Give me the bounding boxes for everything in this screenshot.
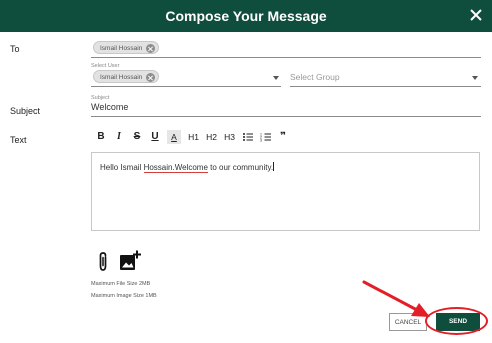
recipient-chip[interactable]: Ismail Hossain (93, 41, 160, 54)
remove-user-icon[interactable] (146, 73, 156, 82)
max-file-size-note: Maximum File Size 2MB (91, 281, 151, 287)
dialog-title: Compose Your Message (165, 8, 327, 24)
paperclip-icon[interactable] (96, 251, 110, 273)
select-user-underline (91, 86, 281, 87)
send-button[interactable]: SEND (436, 313, 480, 331)
select-group-underline (290, 86, 481, 87)
text-label: Text (10, 135, 27, 145)
remove-recipient-icon[interactable] (146, 44, 156, 53)
heading1-button[interactable]: H1 (187, 130, 200, 144)
close-icon[interactable] (469, 8, 483, 22)
cancel-button[interactable]: CANCEL (389, 313, 427, 331)
numbered-list-icon[interactable]: 1 2 3 (260, 130, 272, 144)
editor-text-start: Hello Ismail (100, 163, 144, 172)
subject-field-label: Subject (91, 95, 110, 101)
subject-underline (91, 116, 481, 117)
select-user-label: Select User (91, 63, 120, 69)
to-label: To (10, 44, 20, 54)
editor-misspelled-word: Hossain.Welcome (143, 163, 208, 173)
editor-content: Hello Ismail Hossain.Welcome to our comm… (100, 162, 275, 173)
bullet-list-icon[interactable] (242, 130, 254, 144)
underline-button[interactable]: U (150, 130, 160, 144)
selected-user-chip[interactable]: Ismail Hossain (93, 70, 160, 83)
message-editor[interactable]: Hello Ismail Hossain.Welcome to our comm… (91, 152, 480, 231)
blockquote-button[interactable]: ❞ (278, 130, 288, 144)
text-caret (273, 162, 275, 171)
select-user-dropdown-icon[interactable] (273, 76, 279, 80)
add-image-icon[interactable] (119, 250, 141, 272)
recipient-chip-label: Ismail Hossain (100, 45, 143, 52)
max-image-size-note: Maximum Image Size 1MB (91, 293, 157, 299)
strikethrough-button[interactable]: S (132, 130, 142, 144)
italic-button[interactable]: I (114, 130, 124, 144)
subject-input[interactable]: Welcome (91, 102, 128, 112)
heading3-button[interactable]: H3 (223, 130, 236, 144)
svg-text:3: 3 (260, 139, 262, 143)
editor-text-end: to our community. (207, 163, 274, 172)
select-group-dropdown[interactable]: Select Group (290, 72, 340, 82)
select-group-dropdown-icon[interactable] (472, 76, 478, 80)
heading2-button[interactable]: H2 (205, 130, 218, 144)
subject-label: Subject (10, 106, 41, 116)
bold-button[interactable]: B (96, 130, 106, 144)
selected-user-chip-label: Ismail Hossain (100, 74, 143, 81)
highlight-button[interactable]: A (167, 130, 181, 144)
to-field-underline (91, 57, 481, 58)
dialog-header: Compose Your Message (0, 0, 492, 32)
